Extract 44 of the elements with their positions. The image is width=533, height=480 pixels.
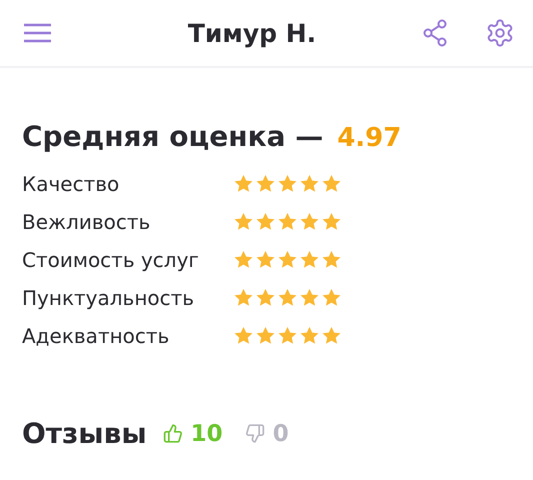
star-icon — [277, 326, 298, 346]
star-icon — [321, 326, 342, 346]
average-rating-heading: Средняя оценка — — [22, 120, 324, 153]
share-icon — [423, 19, 447, 47]
settings-icon — [485, 18, 515, 48]
star-icon — [277, 174, 298, 194]
profile-name: Тимур Н. — [186, 18, 318, 48]
star-icon — [255, 326, 276, 346]
star-icon — [321, 288, 342, 308]
star-icon — [233, 174, 254, 194]
star-icon — [233, 250, 254, 270]
star-icon — [277, 212, 298, 232]
star-icon — [299, 288, 320, 308]
criterion-label: Стоимость услуг — [22, 248, 200, 272]
share-button[interactable] — [423, 19, 447, 47]
star-icon — [299, 326, 320, 346]
criterion-label: Вежливость — [22, 210, 152, 234]
star-icon — [255, 212, 276, 232]
dislikes-count: 0 — [272, 420, 289, 446]
star-icon — [299, 174, 320, 194]
star-icon — [233, 288, 254, 308]
star-icon — [233, 212, 254, 232]
star-icon — [299, 212, 320, 232]
average-rating-value: 4.97 — [337, 123, 402, 153]
star-icon — [255, 288, 276, 308]
star-icon — [321, 174, 342, 194]
menu-icon — [24, 23, 51, 43]
criterion-label: Адекватность — [22, 324, 170, 348]
star-icon — [321, 250, 342, 270]
star-icon — [321, 212, 342, 232]
star-icon — [255, 250, 276, 270]
settings-button[interactable] — [485, 18, 515, 48]
likes-count: 10 — [190, 420, 223, 446]
criterion-label: Качество — [22, 172, 120, 196]
menu-button[interactable] — [24, 23, 51, 43]
thumbs-down-icon — [244, 423, 265, 444]
star-icon — [277, 250, 298, 270]
star-icon — [299, 250, 320, 270]
star-icon — [233, 326, 254, 346]
star-icon — [255, 174, 276, 194]
criterion-label: Пунктуальность — [22, 286, 196, 310]
star-icon — [277, 288, 298, 308]
thumbs-up-icon — [162, 423, 183, 444]
reviews-heading: Отзывы — [22, 417, 147, 450]
